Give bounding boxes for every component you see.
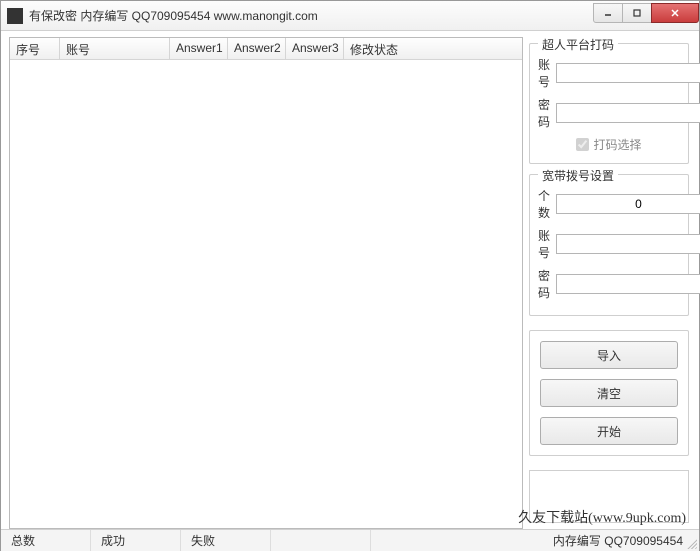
captcha-password-label: 密码 bbox=[538, 96, 550, 130]
dial-account-input[interactable] bbox=[556, 234, 700, 254]
dial-group-title: 宽带拨号设置 bbox=[538, 167, 618, 184]
captcha-group: 超人平台打码 账号 密码 打码选择 bbox=[529, 43, 689, 164]
close-button[interactable] bbox=[651, 3, 699, 23]
status-tail: 内存编写 QQ709095454 bbox=[553, 532, 699, 549]
action-buttons: 导入 清空 开始 bbox=[529, 330, 689, 456]
status-success: 成功 bbox=[91, 530, 181, 551]
column-header[interactable]: Answer3 bbox=[286, 38, 344, 59]
column-header[interactable]: Answer1 bbox=[170, 38, 228, 59]
minimize-button[interactable] bbox=[593, 3, 623, 23]
captcha-select-checkbox[interactable] bbox=[576, 138, 589, 151]
maximize-button[interactable] bbox=[622, 3, 652, 23]
captcha-password-input[interactable] bbox=[556, 103, 700, 123]
clear-button[interactable]: 清空 bbox=[540, 379, 678, 407]
status-spacer bbox=[271, 530, 371, 551]
status-total: 总数 bbox=[1, 530, 91, 551]
start-button[interactable]: 开始 bbox=[540, 417, 678, 445]
captcha-account-label: 账号 bbox=[538, 56, 550, 90]
log-output bbox=[529, 470, 689, 523]
dial-account-label: 账号 bbox=[538, 227, 550, 261]
window-title: 有保改密 内存编写 QQ709095454 www.manongit.com bbox=[29, 7, 318, 24]
captcha-select-label: 打码选择 bbox=[593, 136, 641, 153]
resize-grip-icon[interactable] bbox=[685, 537, 697, 549]
dial-count-input[interactable] bbox=[556, 194, 700, 214]
dial-password-label: 密码 bbox=[538, 267, 550, 301]
status-fail: 失败 bbox=[181, 530, 271, 551]
column-header[interactable]: 序号 bbox=[10, 38, 60, 59]
dial-password-input[interactable] bbox=[556, 274, 700, 294]
accounts-table[interactable]: 序号账号Answer1Answer2Answer3修改状态 bbox=[9, 37, 523, 529]
captcha-account-input[interactable] bbox=[556, 63, 700, 83]
column-header[interactable]: 修改状态 bbox=[344, 38, 504, 59]
column-header[interactable]: Answer2 bbox=[228, 38, 286, 59]
window-controls bbox=[594, 3, 699, 23]
column-header[interactable]: 账号 bbox=[60, 38, 170, 59]
dial-count-label: 个数 bbox=[538, 187, 550, 221]
dial-group: 宽带拨号设置 个数 账号 密码 bbox=[529, 174, 689, 316]
import-button[interactable]: 导入 bbox=[540, 341, 678, 369]
statusbar: 总数 成功 失败 内存编写 QQ709095454 bbox=[1, 529, 699, 551]
titlebar: 有保改密 内存编写 QQ709095454 www.manongit.com bbox=[1, 1, 699, 31]
captcha-group-title: 超人平台打码 bbox=[538, 36, 618, 53]
app-icon bbox=[7, 8, 23, 24]
